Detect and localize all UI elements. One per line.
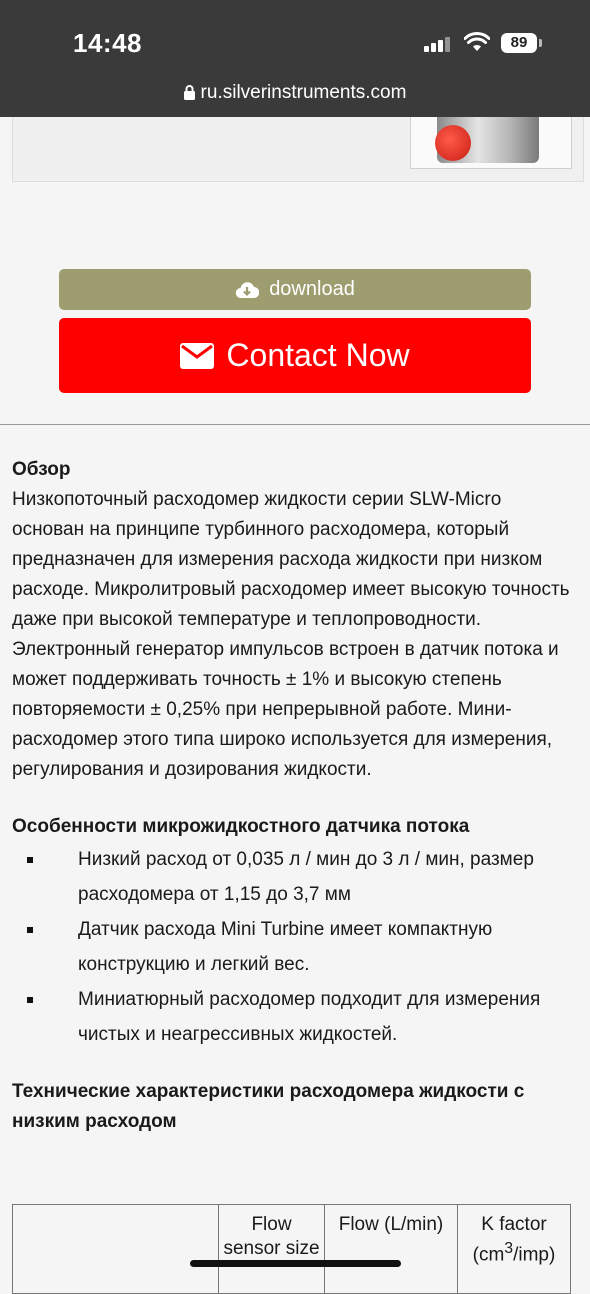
specs-heading: Технические характеристики расходомера ж… [12, 1081, 525, 1132]
table-header-cell: K factor (cm3/imp) [457, 1204, 571, 1294]
lock-icon [183, 85, 195, 100]
list-item: Низкий расход от 0,035 л / мин до 3 л / … [12, 842, 578, 912]
features-heading: Особенности микрожидкостного датчика пот… [12, 816, 470, 837]
overview-heading: Обзор [12, 459, 71, 480]
product-thumbnail[interactable] [410, 117, 572, 169]
contact-now-button[interactable]: Contact Now [59, 318, 531, 393]
url-text: ru.silverinstruments.com [200, 82, 407, 103]
overview-text: Низкопоточный расходомер жидкости серии … [12, 489, 570, 780]
home-indicator[interactable] [190, 1260, 401, 1267]
download-button[interactable]: download [59, 269, 531, 310]
list-item: Миниатюрный расходомер подходит для изме… [12, 982, 578, 1052]
section-divider [0, 424, 590, 425]
specs-table: Flow sensor size Flow (L/min) K factor (… [12, 1204, 571, 1294]
kfactor-superscript: 3 [504, 1240, 514, 1257]
list-item: Датчик расхода Mini Turbine имеет компак… [12, 912, 578, 982]
product-gallery [12, 117, 584, 182]
envelope-icon [180, 342, 215, 369]
address-bar[interactable]: ru.silverinstruments.com [0, 82, 590, 104]
cellular-signal-icon [424, 36, 452, 52]
table-header-cell: Flow (L/min) [324, 1204, 458, 1294]
download-label: download [269, 278, 355, 300]
battery-indicator: 89 [501, 33, 537, 53]
kfactor-unit: /imp) [513, 1244, 556, 1266]
battery-tip [539, 39, 542, 47]
product-description: Обзор Низкопоточный расходомер жидкости … [12, 455, 578, 1137]
table-header-cell: Flow sensor size [218, 1204, 325, 1294]
sensor-cap-image [435, 125, 471, 161]
cloud-download-icon [235, 281, 260, 298]
status-time: 14:48 [73, 28, 142, 58]
wifi-icon [464, 32, 490, 51]
status-bar: 14:48 89 ru.silverinstruments.com [0, 0, 590, 117]
contact-label: Contact Now [226, 337, 410, 373]
table-header-row: Flow sensor size Flow (L/min) K factor (… [12, 1204, 571, 1294]
table-header-cell [12, 1204, 219, 1294]
features-list: Низкий расход от 0,035 л / мин до 3 л / … [12, 842, 578, 1052]
